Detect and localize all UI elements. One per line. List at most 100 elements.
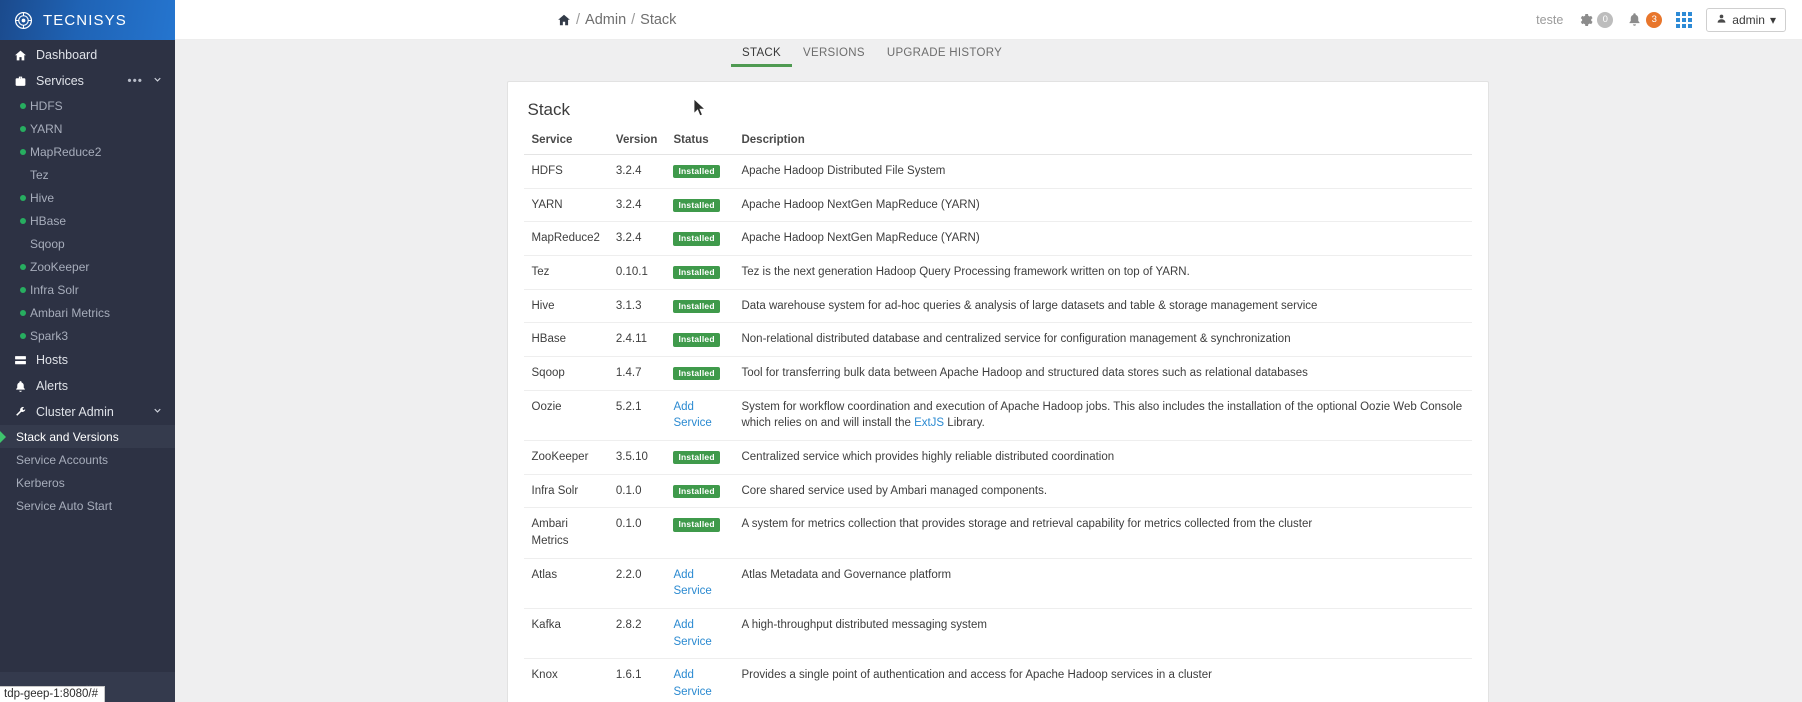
sidebar-item-label: Service Auto Start (16, 498, 113, 513)
cell-version: 3.2.4 (607, 221, 666, 257)
add-service-link[interactable]: Add Service (673, 401, 711, 430)
stack-table: Service Version Status Description HDFS 3… (523, 134, 1472, 702)
extjs-link[interactable]: ExtJS (914, 417, 944, 429)
table-row: ZooKeeper 3.5.10 Installed Centralized serv… (523, 440, 1472, 475)
service-label: ZooKeeper (30, 259, 90, 274)
alerts-button[interactable]: 3 (1627, 11, 1663, 28)
sidebar-service-tez[interactable]: Tez (0, 163, 175, 186)
cell-description: Non-relational distributed database and … (733, 322, 1472, 358)
add-service-link[interactable]: Add Service (673, 669, 711, 698)
cluster-name-label: teste (1536, 12, 1564, 27)
sidebar-service-hbase[interactable]: HBase (0, 209, 175, 232)
cell-service: HDFS (523, 154, 608, 189)
alerts-badge: 3 (1646, 11, 1663, 28)
cell-status: Add Service (665, 390, 734, 442)
cell-description: Apache Hadoop NextGen MapReduce (YARN) (733, 188, 1472, 223)
sidebar-item-label: Stack and Versions (16, 429, 119, 444)
tab-upgrade-history[interactable]: UPGRADE HISTORY (876, 47, 1013, 67)
sidebar-service-yarn[interactable]: YARN (0, 117, 175, 140)
sidebar-service-sqoop[interactable]: Sqoop (0, 232, 175, 255)
table-row: Tez 0.10.1 Installed Tez is the next genera… (523, 255, 1472, 290)
tab-stack[interactable]: STACK (731, 47, 792, 67)
status-badge-installed: Installed (673, 198, 720, 213)
cell-version: 2.4.11 (607, 322, 666, 358)
service-label: Ambari Metrics (30, 305, 111, 320)
table-row: Infra Solr 0.1.0 Installed Core shared serv… (523, 474, 1472, 509)
wrench-icon (14, 406, 31, 419)
home-icon[interactable] (557, 13, 571, 27)
table-header: Service Version Status Description (523, 134, 1472, 155)
cell-version: 0.1.0 (607, 474, 666, 509)
user-menu-button[interactable]: admin ▾ (1706, 7, 1786, 32)
add-service-link[interactable]: Add Service (673, 569, 711, 598)
sidebar-service-mapreduce2[interactable]: MapReduce2 (0, 140, 175, 163)
sidebar-item-alerts[interactable]: Alerts (0, 373, 175, 399)
cell-version: 1.6.1 (607, 658, 666, 702)
service-label: Infra Solr (30, 282, 79, 297)
col-header-service: Service (523, 134, 608, 155)
cell-status: Add Service (665, 558, 734, 610)
add-service-link[interactable]: Add Service (673, 619, 711, 648)
cell-version: 0.10.1 (607, 255, 666, 290)
table-row: Atlas 2.2.0 Add Service Atlas Metadata and … (523, 558, 1472, 610)
cell-description: Tool for transferring bulk data between … (733, 356, 1472, 391)
sidebar-service-ambari-metrics[interactable]: Ambari Metrics (0, 301, 175, 324)
sidebar-item-label: Service Accounts (16, 452, 109, 467)
sidebar-item-cluster-admin-label: Cluster Admin (36, 405, 114, 419)
table-row: YARN 3.2.4 Installed Apache Hadoop NextGen … (523, 188, 1472, 223)
cell-status: Installed (665, 440, 734, 475)
sidebar-service-zookeeper[interactable]: ZooKeeper (0, 255, 175, 278)
services-more-icon[interactable]: ••• (127, 75, 143, 87)
cell-version: 3.5.10 (607, 440, 666, 475)
sidebar-service-hive[interactable]: Hive (0, 186, 175, 209)
cell-service: Atlas (523, 558, 608, 610)
cell-version: 5.2.1 (607, 390, 666, 442)
services-sublist: HDFS YARN MapReduce2 Tez Hive HBase Sqoo… (0, 94, 175, 347)
page-title: Stack (527, 100, 571, 119)
tabs-bar: STACK VERSIONS UPGRADE HISTORY (175, 40, 1802, 67)
cell-status: Installed (665, 255, 734, 290)
table-row: Kafka 2.8.2 Add Service A high-throughput d… (523, 608, 1472, 660)
sidebar-item-dashboard[interactable]: Dashboard (0, 42, 175, 68)
sidebar-service-spark3[interactable]: Spark3 (0, 324, 175, 347)
cell-version: 1.4.7 (607, 356, 666, 391)
tab-versions[interactable]: VERSIONS (792, 47, 876, 67)
service-label: MapReduce2 (30, 144, 102, 159)
sidebar-item-stack-and-versions[interactable]: Stack and Versions (0, 425, 175, 448)
cell-status: Add Service (665, 608, 734, 660)
cell-service: YARN (523, 188, 608, 223)
sidebar-service-infra-solr[interactable]: Infra Solr (0, 278, 175, 301)
sidebar-item-hosts[interactable]: Hosts (0, 347, 175, 373)
service-label: Tez (30, 167, 49, 182)
chevron-down-icon[interactable] (152, 74, 163, 88)
sidebar-item-service-accounts[interactable]: Service Accounts (0, 448, 175, 471)
cell-status: Installed (665, 507, 734, 559)
breadcrumb-admin[interactable]: Admin (585, 12, 626, 28)
chevron-down-icon[interactable] (152, 405, 163, 419)
content-area: Stack Service Version Status Description… (175, 67, 1802, 702)
sidebar-item-dashboard-label: Dashboard (36, 48, 98, 62)
service-label: Spark3 (30, 328, 69, 343)
cell-status: Installed (665, 322, 734, 358)
sidebar-item-services[interactable]: Services ••• (0, 68, 175, 94)
breadcrumb-separator: / (631, 11, 636, 28)
cell-description: System for workflow coordination and exe… (733, 390, 1472, 442)
brand-header[interactable]: TECNISYS (0, 0, 175, 40)
breadcrumb-stack[interactable]: Stack (640, 12, 676, 28)
sidebar-item-kerberos[interactable]: Kerberos (0, 471, 175, 494)
status-badge-installed: Installed (673, 451, 720, 465)
ambari-stack-page: TECNISYS Dashboard Services ••• HDFS YAR… (0, 0, 1802, 702)
sidebar-item-service-auto-start[interactable]: Service Auto Start (0, 494, 175, 517)
bell-icon (1627, 12, 1642, 27)
cluster-admin-sublist: Stack and Versions Service Accounts Kerb… (0, 425, 175, 517)
background-operations-button[interactable]: 0 (1577, 11, 1614, 28)
sidebar-service-hdfs[interactable]: HDFS (0, 94, 175, 117)
sidebar-item-cluster-admin[interactable]: Cluster Admin (0, 399, 175, 425)
user-icon (1716, 13, 1727, 27)
cell-version: 2.8.2 (607, 608, 666, 660)
sidebar: TECNISYS Dashboard Services ••• HDFS YAR… (0, 0, 175, 702)
cell-status: Installed (665, 154, 734, 189)
status-dot (20, 194, 26, 201)
status-badge-installed: Installed (673, 518, 720, 532)
apps-grid-icon[interactable] (1676, 11, 1693, 28)
